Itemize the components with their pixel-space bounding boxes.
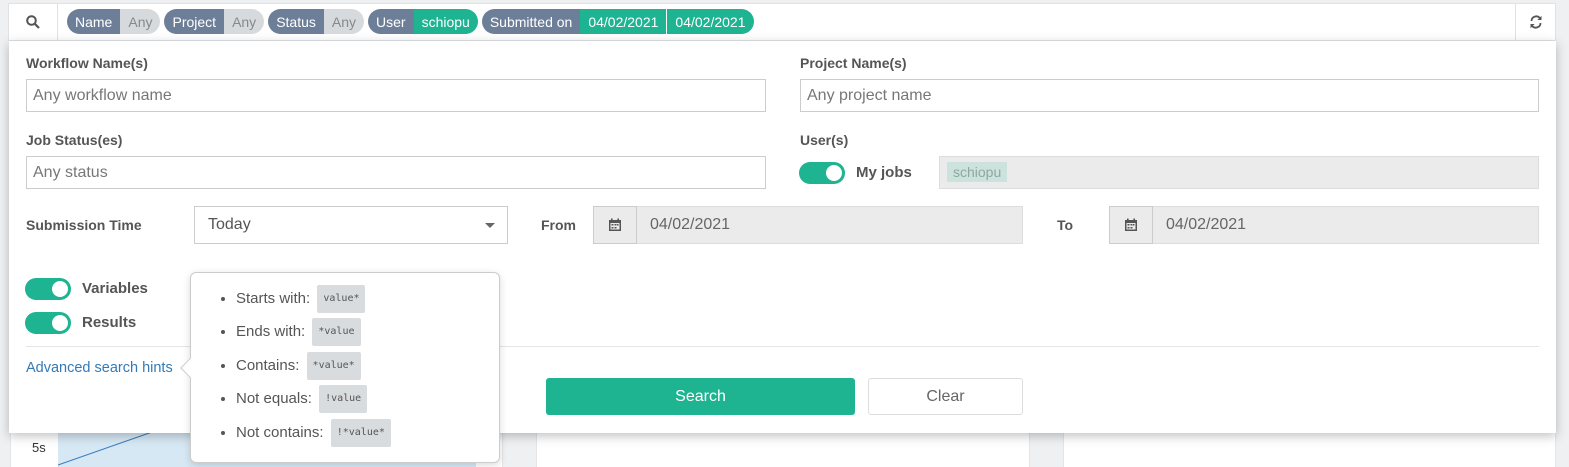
hint-code: *value [312, 318, 361, 347]
chip-value: Any [323, 9, 365, 34]
search-button[interactable]: Search [546, 378, 855, 415]
from-date-value: 04/02/2021 [637, 206, 1023, 244]
results-toggle[interactable] [25, 312, 71, 334]
hint-label: Ends with: [236, 323, 306, 341]
filter-chip[interactable]: Status Any [268, 9, 365, 34]
filter-chip[interactable]: Project Any [164, 9, 265, 34]
hints-list: Starts with: value*Ends with: *valueCont… [236, 285, 391, 452]
filter-chip[interactable]: Name Any [67, 9, 161, 34]
calendar-icon[interactable] [593, 206, 637, 244]
hint-label: Not contains: [236, 423, 324, 441]
caret-down-icon [485, 223, 495, 228]
chip-value: 04/02/2021 [580, 9, 667, 34]
to-date-value: 04/02/2021 [1153, 206, 1539, 244]
filter-chip[interactable]: User schiopu [368, 9, 478, 34]
users-input [939, 156, 1539, 189]
chip-key: Project [164, 9, 225, 34]
my-jobs-label: My jobs [856, 164, 912, 181]
project-name-input[interactable]: Any project name [800, 79, 1539, 112]
project-label: Project Name(s) [800, 55, 907, 71]
search-toggle-button[interactable] [9, 4, 58, 40]
chip-value: schiopu [413, 9, 478, 34]
status-label: Job Status(es) [26, 132, 123, 148]
chip-key: User [368, 9, 414, 34]
refresh-icon [1530, 15, 1541, 29]
search-hints-popover: Starts with: value*Ends with: *valueCont… [180, 272, 500, 463]
hint-code: !value [319, 385, 368, 414]
variables-label: Variables [82, 280, 148, 297]
from-label: From [541, 217, 576, 233]
results-label: Results [82, 314, 137, 331]
job-status-input[interactable]: Any status [26, 156, 766, 189]
my-jobs-toggle[interactable] [799, 162, 845, 184]
user-tag: schiopu [947, 162, 1008, 182]
hint-item: Contains: *value* [236, 351, 391, 385]
refresh-button[interactable] [1515, 4, 1555, 40]
bg-chart-line [57, 430, 156, 466]
variables-toggle[interactable] [25, 278, 71, 300]
to-date-field[interactable]: 04/02/2021 [1109, 206, 1539, 244]
hint-item: Ends with: *value [236, 318, 391, 351]
hint-item: Not contains: !*value* [236, 418, 391, 452]
hint-label: Not equals: [236, 390, 312, 408]
hint-label: Starts with: [236, 289, 311, 307]
submission-time-label: Submission Time [26, 217, 142, 233]
chip-value: Any [120, 9, 161, 34]
submission-time-select[interactable]: Today [194, 206, 508, 244]
submission-time-value: Today [208, 216, 251, 233]
filter-chip[interactable]: Submitted on 04/02/2021 04/02/2021 [481, 9, 754, 34]
hint-code: value* [317, 285, 366, 313]
calendar-icon[interactable] [1109, 206, 1153, 244]
chip-key: Name [67, 9, 121, 34]
filter-chips: Name Any Project Any Status Any User schiopu Sub… [67, 9, 754, 34]
from-date-field[interactable]: 04/02/2021 [593, 206, 1023, 244]
users-label: User(s) [800, 132, 849, 148]
hint-item: Not equals: !value [236, 385, 391, 418]
hint-code: !*value* [330, 418, 391, 447]
hint-code: *value* [306, 351, 361, 380]
chip-key: Submitted on [481, 9, 581, 34]
filter-bar: Name Any Project Any Status Any User schiopu Sub… [8, 3, 1556, 41]
clear-button[interactable]: Clear [868, 378, 1023, 415]
search-icon [26, 15, 40, 29]
advanced-search-hints-link[interactable]: Advanced search hints [26, 360, 173, 376]
workflow-label: Workflow Name(s) [26, 55, 148, 71]
chip-value: 04/02/2021 [666, 9, 754, 34]
hint-label: Contains: [236, 356, 300, 374]
to-label: To [1057, 217, 1074, 233]
hint-item: Starts with: value* [236, 285, 391, 318]
bg-chart-tick: 5s [32, 440, 46, 455]
chip-value: Any [224, 9, 265, 34]
chip-key: Status [268, 9, 324, 34]
workflow-name-input[interactable]: Any workflow name [26, 79, 766, 112]
